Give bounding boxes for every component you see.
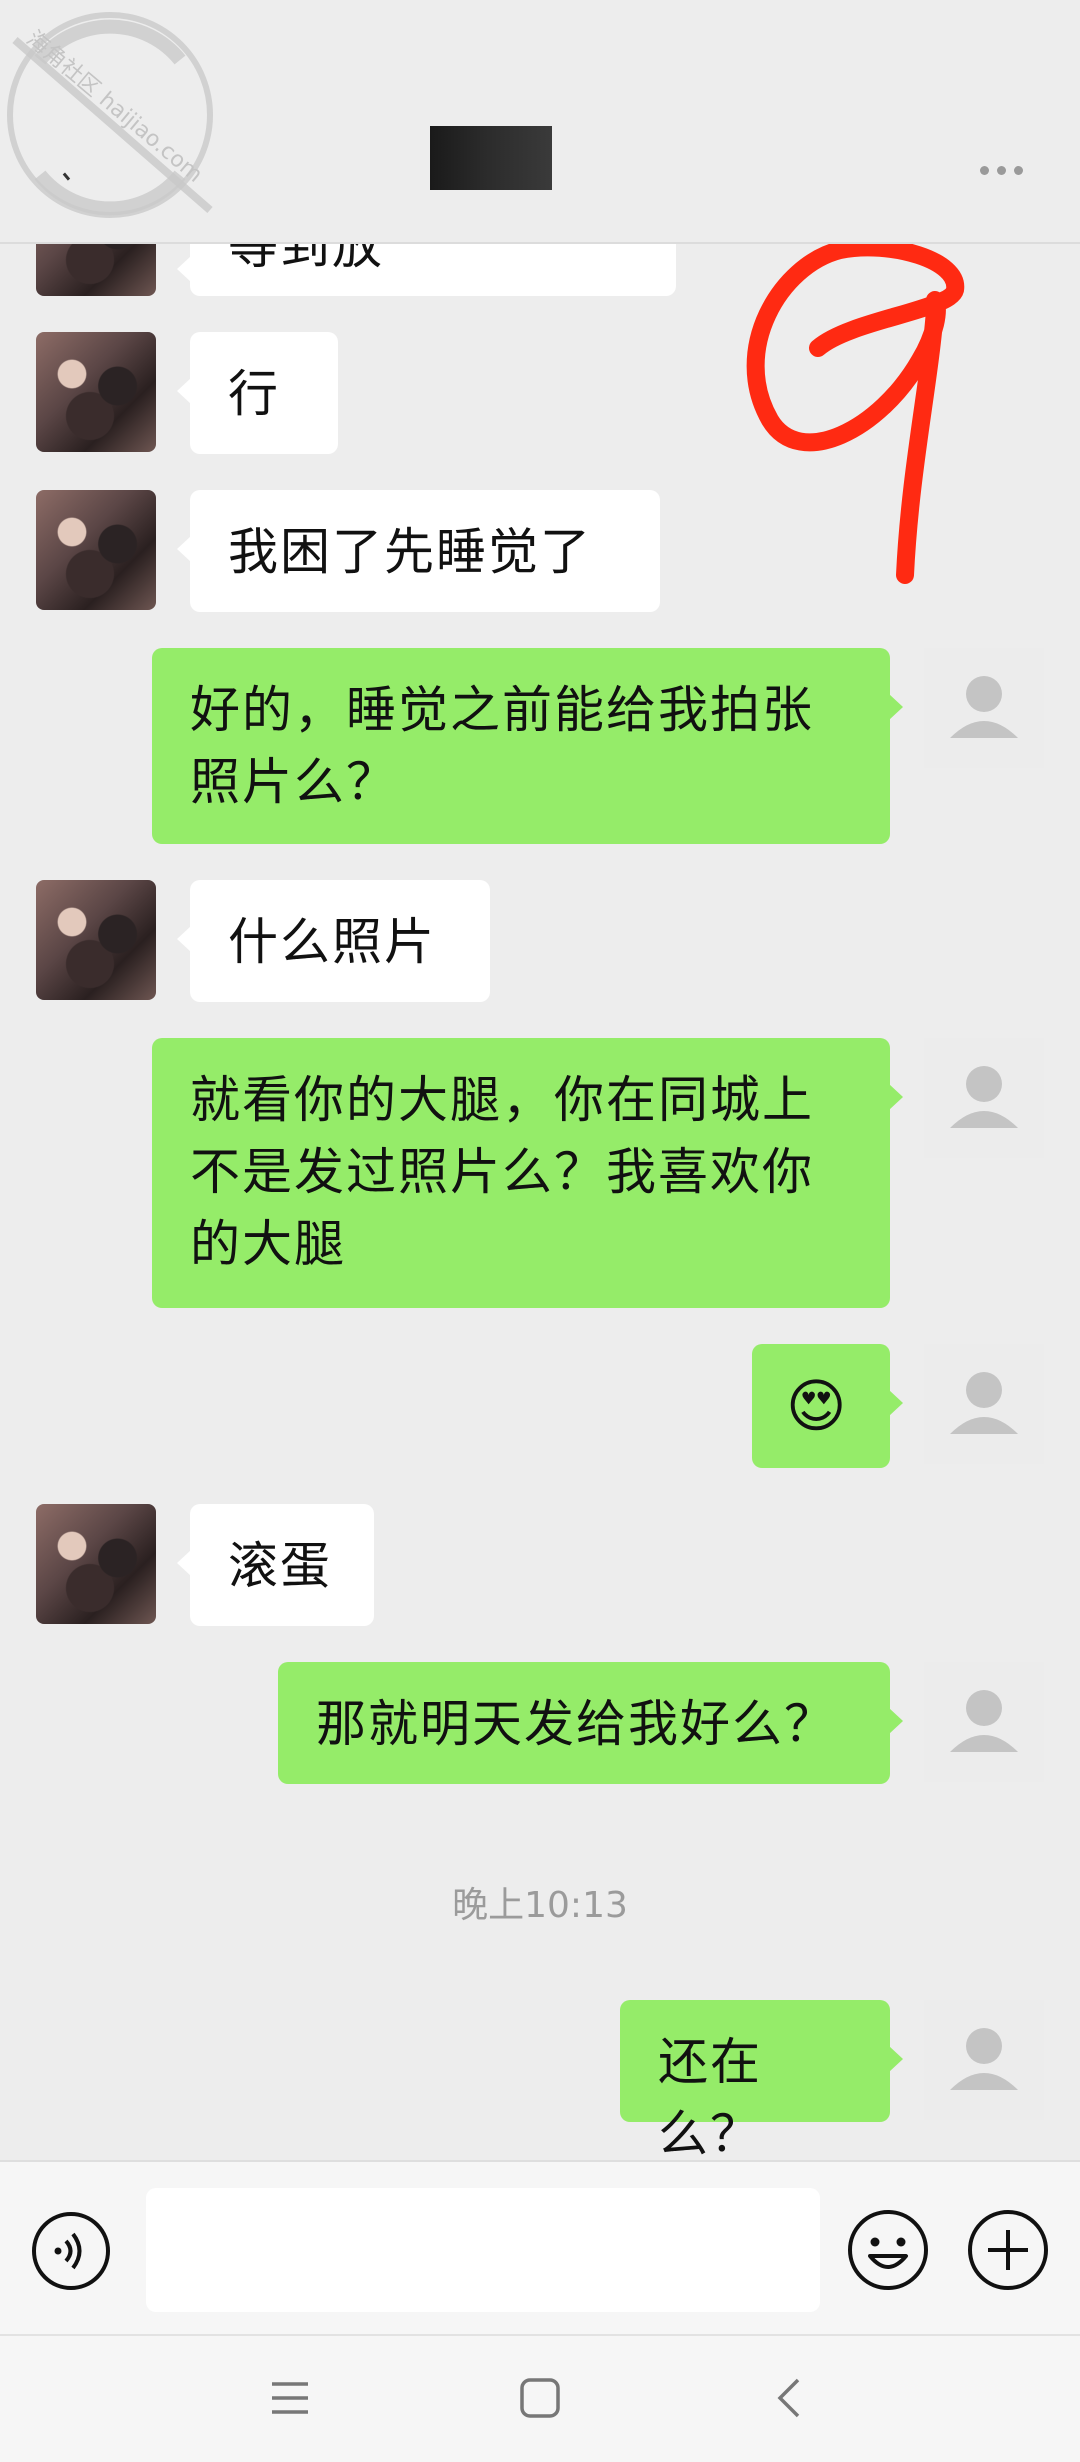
my-avatar[interactable] bbox=[924, 1662, 1044, 1782]
contact-avatar[interactable] bbox=[36, 332, 156, 452]
emoji-heart-eyes: 😍 bbox=[786, 1372, 849, 1440]
input-bar bbox=[0, 2160, 1080, 2336]
more-options-icon[interactable] bbox=[980, 166, 1023, 175]
message-bubble-received[interactable]: 行 bbox=[177, 332, 338, 454]
message-bubble-received[interactable]: 滚蛋 bbox=[177, 1504, 374, 1626]
contact-avatar[interactable] bbox=[36, 880, 156, 1000]
message-text: 好的，睡觉之前能给我拍张照片么？ bbox=[190, 681, 814, 811]
emoji-icon[interactable] bbox=[846, 2208, 930, 2296]
message-bubble-sent[interactable]: 好的，睡觉之前能给我拍张照片么？ bbox=[152, 648, 903, 844]
default-person-icon bbox=[950, 1066, 1018, 1128]
default-person-icon bbox=[950, 1690, 1018, 1752]
message-text: 还在么？ bbox=[658, 2033, 762, 2163]
voice-icon[interactable] bbox=[30, 2210, 112, 2296]
my-avatar[interactable] bbox=[924, 1038, 1044, 1158]
chat-title-redacted bbox=[430, 126, 552, 190]
handwritten-nine-annotation bbox=[746, 238, 965, 584]
plus-icon[interactable] bbox=[966, 2208, 1050, 2296]
message-bubble-sent[interactable]: 还在么？ bbox=[620, 2000, 903, 2163]
message-text: 那就明天发给我好么？ bbox=[316, 1695, 836, 1753]
default-person-icon bbox=[950, 1372, 1018, 1434]
message-bubble-sent[interactable]: 😍 bbox=[752, 1344, 903, 1468]
back-icon[interactable] bbox=[774, 2376, 804, 2424]
home-icon[interactable] bbox=[518, 2376, 562, 2424]
message-text: 行 bbox=[228, 365, 280, 423]
message-bubble-received[interactable]: 我困了先睡觉了 bbox=[177, 490, 660, 612]
contact-avatar[interactable] bbox=[36, 490, 156, 610]
message-input[interactable] bbox=[146, 2188, 820, 2312]
my-avatar[interactable] bbox=[924, 648, 1044, 768]
message-text: 什么照片 bbox=[228, 913, 436, 971]
default-person-icon bbox=[950, 2028, 1018, 2090]
default-person-icon bbox=[950, 676, 1018, 738]
contact-avatar[interactable] bbox=[36, 1504, 156, 1624]
message-text: 滚蛋 bbox=[228, 1537, 332, 1595]
message-bubble-sent[interactable]: 那就明天发给我好么？ bbox=[278, 1662, 903, 1784]
system-navigation-bar bbox=[0, 2334, 1080, 2462]
my-avatar[interactable] bbox=[924, 1344, 1044, 1464]
message-text: 就看你的大腿，你在同城上不是发过照片么？我喜欢你的大腿 bbox=[190, 1071, 814, 1273]
message-text: 我困了先睡觉了 bbox=[228, 523, 592, 581]
menu-icon[interactable] bbox=[268, 2378, 312, 2422]
message-timestamp: 晚上10:13 bbox=[452, 1885, 628, 1926]
watermark-logo: 海角社区 haijiao.com bbox=[7, 12, 213, 218]
message-bubble-sent[interactable]: 就看你的大腿，你在同城上不是发过照片么？我喜欢你的大腿 bbox=[152, 1038, 903, 1308]
message-bubble-received[interactable]: 什么照片 bbox=[177, 880, 490, 1002]
my-avatar[interactable] bbox=[924, 2000, 1044, 2120]
